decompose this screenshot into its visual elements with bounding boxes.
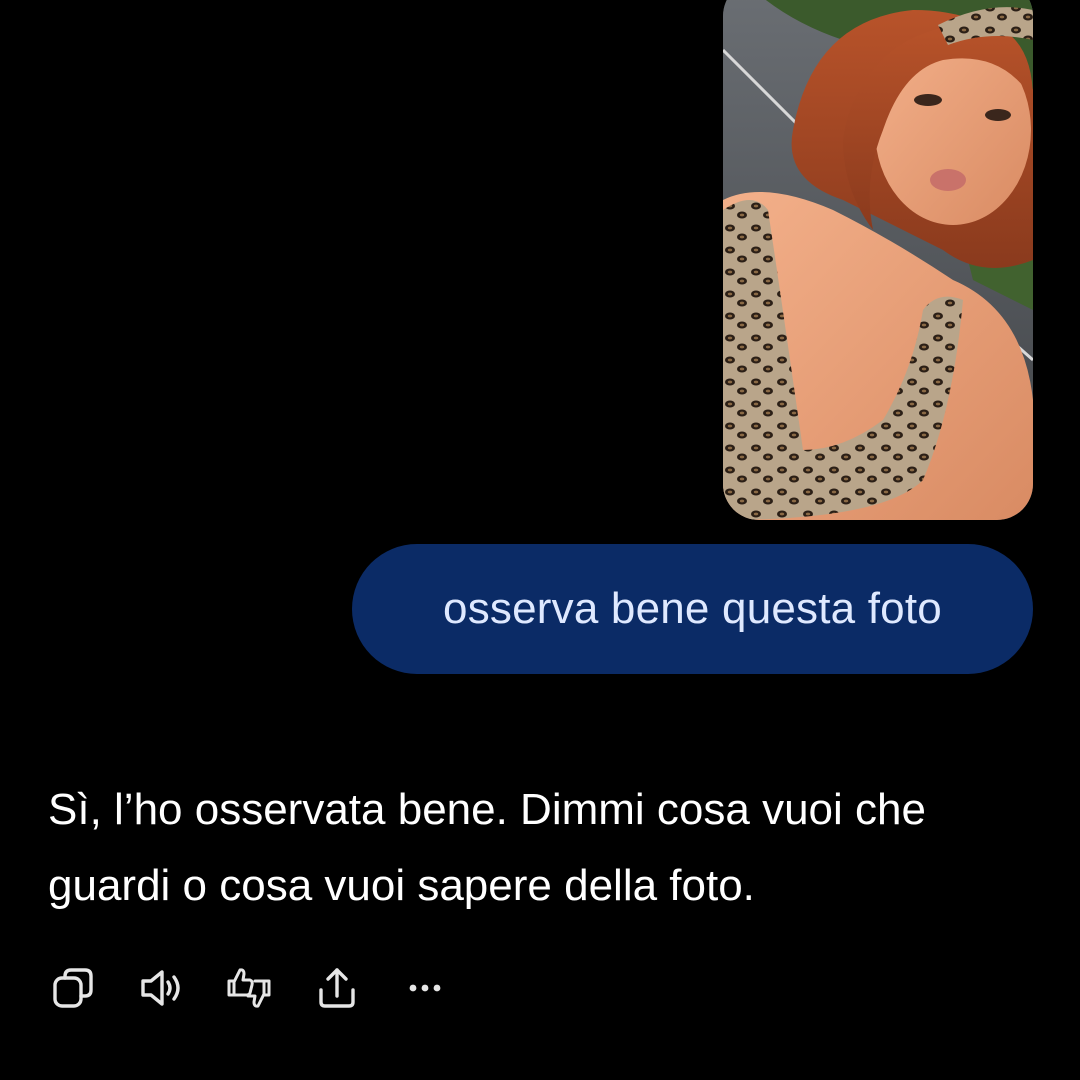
share-icon xyxy=(319,968,355,1008)
photo-image xyxy=(723,0,1033,520)
more-icon xyxy=(409,984,441,992)
read-aloud-button[interactable] xyxy=(136,963,186,1013)
copy-icon xyxy=(53,968,93,1008)
copy-button[interactable] xyxy=(48,963,98,1013)
assistant-message-text: Sì, l’ho osservata bene. Dimmi cosa vuoi… xyxy=(48,785,926,910)
feedback-button[interactable] xyxy=(224,963,274,1013)
share-button[interactable] xyxy=(312,963,362,1013)
message-actions-toolbar xyxy=(48,962,488,1014)
user-message-text: osserva bene questa foto xyxy=(443,584,942,633)
more-button[interactable] xyxy=(400,963,450,1013)
user-message-bubble: osserva bene questa foto xyxy=(352,544,1033,674)
attached-photo[interactable] xyxy=(723,0,1033,520)
feedback-thumbs-icon xyxy=(227,968,271,1008)
read-aloud-icon xyxy=(141,970,180,1006)
